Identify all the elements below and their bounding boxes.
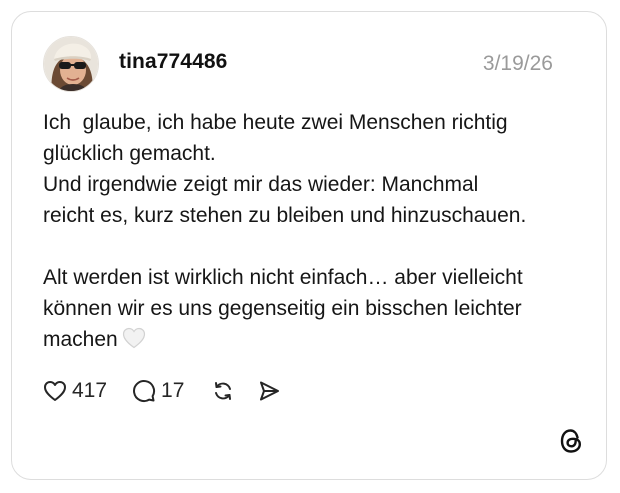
heart-outline-icon [42,378,68,404]
send-arrow-icon [256,378,282,404]
repost-button[interactable] [210,378,236,404]
avatar[interactable] [43,36,99,92]
speech-bubble-icon [131,378,157,404]
post-text-line: Ich glaube, ich habe heute zwei Menschen… [43,111,508,134]
like-button[interactable]: 417 [42,378,107,404]
post-text-line: glücklich gemacht. [43,142,216,165]
repost-arrows-icon [210,378,236,404]
white-heart-emoji-icon [122,327,146,358]
like-count: 417 [72,379,108,402]
username[interactable]: tina774486 [119,50,227,74]
avatar-image [44,37,98,91]
post-text-line: Und irgendwie zeigt mir das wieder: Manc… [43,173,479,196]
post-card: tina774486 3/19/26 Ich glaube, ich habe … [11,11,607,480]
share-button[interactable] [256,378,282,404]
threads-logo-icon [556,426,586,456]
post-text-line: Alt werden ist wirklich nicht einfach… a… [43,266,523,289]
reply-button[interactable]: 17 [131,378,184,404]
post-text-line: machen [43,328,118,351]
post-text: Ich glaube, ich habe heute zwei Menschen… [43,107,583,358]
post-date: 3/19/26 [482,52,553,75]
reply-count: 17 [161,379,185,402]
post-text-line: können wir es uns gegenseitig ein bissch… [43,297,522,320]
post-text-line: reicht es, kurz stehen zu bleiben und hi… [43,204,527,227]
post-actions: 417 17 [42,376,282,406]
